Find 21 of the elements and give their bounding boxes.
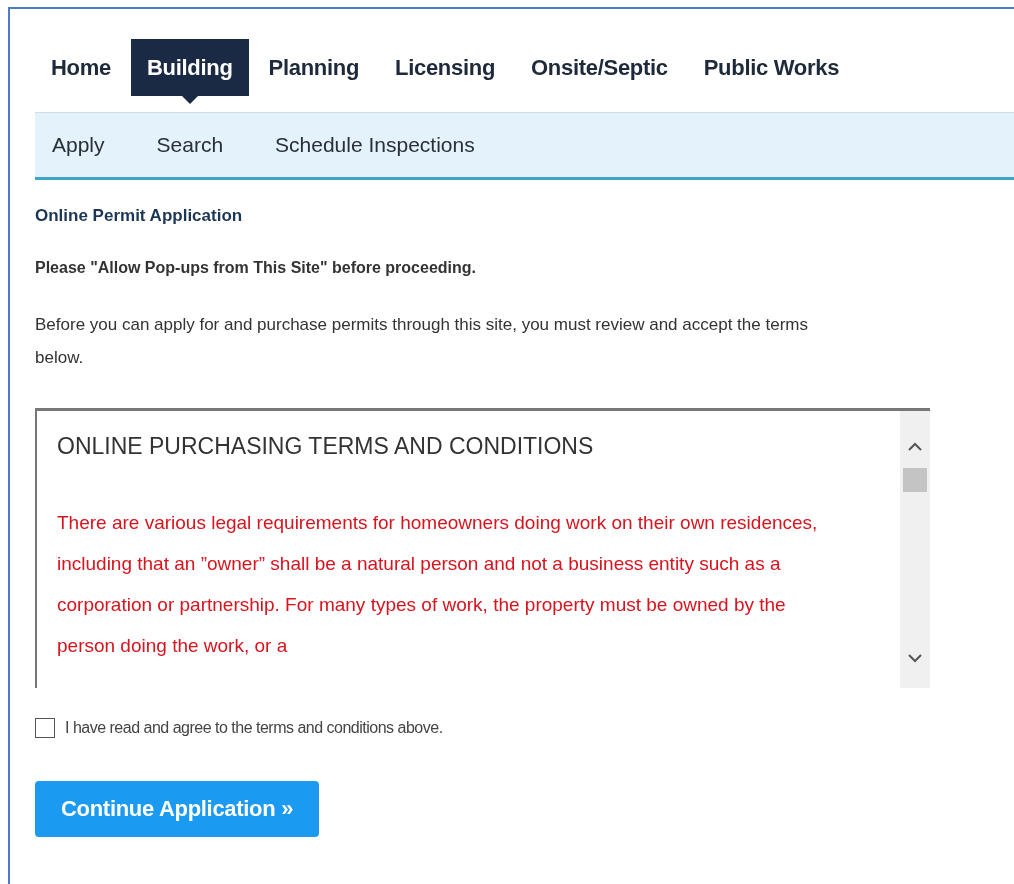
subnav-link[interactable]: Search (156, 133, 224, 157)
intro-text: Before you can apply for and purchase permits through this site, you must review and accept the terms below. (35, 314, 809, 369)
page-heading: Online Permit Application (35, 206, 244, 226)
terms-text: There are various legal requirements for homeowners doing work on their own residences, including that an ”owner” shall be a natural person and not a business entity such as a corporation or partnership. For many types of work, the property must be owned by the person doing the work, or a (57, 511, 819, 658)
nav-tab[interactable]: Building (130, 39, 249, 96)
nav-tab[interactable]: Home (35, 39, 127, 96)
subnav-link[interactable]: Apply (52, 133, 105, 157)
tab-pointer (181, 96, 198, 104)
nav-tab[interactable]: Public Works (687, 39, 856, 96)
agree-checkbox[interactable] (35, 718, 55, 738)
scrollbar[interactable] (900, 411, 930, 688)
scroll-thumb[interactable] (903, 468, 927, 492)
nav-tab[interactable]: Licensing (379, 39, 512, 96)
nav-tab[interactable]: Planning (252, 39, 376, 96)
subnav-link[interactable]: Schedule Inspections (275, 133, 475, 157)
terms-title: ONLINE PURCHASING TERMS AND CONDITIONS (57, 433, 595, 460)
scroll-down-icon[interactable] (907, 652, 923, 664)
scroll-up-icon[interactable] (907, 441, 923, 453)
popup-notice: Please "Allow Pop-ups from This Site" before proceeding. (35, 259, 478, 277)
agree-label: I have read and agree to the terms and conditions above. (65, 719, 443, 737)
nav-tab[interactable]: Onsite/Septic (515, 39, 684, 96)
